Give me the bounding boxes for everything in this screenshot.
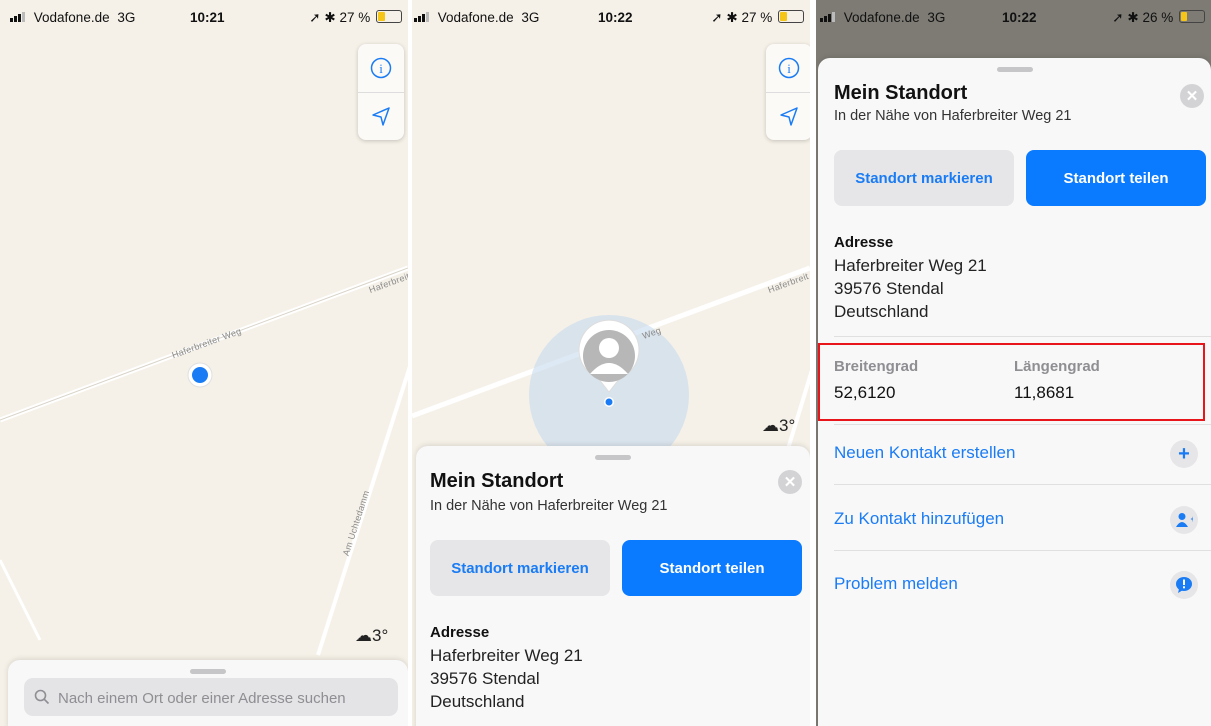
place-title: Mein Standort <box>834 82 968 104</box>
search-field[interactable] <box>24 678 398 718</box>
track-location-button[interactable] <box>358 92 404 140</box>
battery-label: 27 % <box>741 10 773 25</box>
signal-icon <box>820 12 840 22</box>
track-location-button[interactable] <box>766 92 810 140</box>
svg-text:i: i <box>379 61 383 76</box>
mark-location-button[interactable]: Standort markieren <box>834 150 1014 206</box>
weather-indicator: ☁3° <box>355 626 388 646</box>
status-time: 10:22 <box>1002 10 1037 25</box>
map-canvas[interactable] <box>0 0 408 726</box>
location-services-icon: ➚ <box>711 10 723 25</box>
mark-location-button[interactable]: Standort markieren <box>430 540 610 596</box>
map-screen-1: Haferbreiter Weg Haferbreit Am Uchtedamm… <box>0 0 408 726</box>
close-icon: ✕ <box>1185 88 1199 105</box>
bluetooth-icon: ✱ <box>726 10 738 25</box>
address-label: Adresse <box>430 624 490 641</box>
place-card-sheet: Mein Standort In der Nähe von Haferbreit… <box>416 446 810 726</box>
address-label: Adresse <box>834 234 894 251</box>
map-controls: i <box>766 44 810 140</box>
status-time: 10:22 <box>598 10 633 25</box>
share-location-button[interactable]: Standort teilen <box>1026 150 1206 206</box>
network-label: 3G <box>117 10 136 25</box>
map-controls: i <box>358 44 404 140</box>
location-arrow-icon <box>372 107 390 126</box>
battery-label: 26 % <box>1142 10 1174 25</box>
carrier-label: Vodafone.de <box>843 10 920 25</box>
weather-temp: 3° <box>372 626 389 645</box>
status-bar: Vodafone.de 3G 10:22 ➚ ✱ 26 % <box>816 0 1211 34</box>
location-services-icon: ➚ <box>309 10 321 25</box>
cloud-icon: ☁ <box>762 416 779 435</box>
divider <box>834 336 1211 337</box>
sheet-grabber[interactable] <box>190 669 226 674</box>
address-line-1: Haferbreiter Weg 21 <box>430 646 583 665</box>
address-line-2: 39576 Stendal <box>430 669 540 688</box>
plus-icon[interactable]: + <box>1170 440 1198 468</box>
status-time: 10:21 <box>190 10 225 25</box>
sheet-grabber[interactable] <box>595 455 631 460</box>
network-label: 3G <box>927 10 946 25</box>
carrier-label: Vodafone.de <box>33 10 110 25</box>
address-line-3: Deutschland <box>834 302 929 321</box>
place-detail-screen: Vodafone.de 3G 10:22 ➚ ✱ 26 % Mein Stand… <box>816 0 1211 726</box>
battery-label: 27 % <box>339 10 371 25</box>
place-title: Mein Standort <box>430 470 564 492</box>
status-bar: Vodafone.de 3G 10:21 ➚ ✱ 27 % <box>0 0 408 34</box>
cloud-icon: ☁ <box>355 626 372 645</box>
weather-indicator: ☁3° <box>762 416 795 436</box>
exclamation-bubble-icon[interactable] <box>1170 571 1198 599</box>
search-icon <box>34 689 50 705</box>
info-button[interactable]: i <box>766 44 810 93</box>
info-button[interactable]: i <box>358 44 404 93</box>
battery-icon <box>778 10 804 23</box>
address-line-1: Haferbreiter Weg 21 <box>834 256 987 275</box>
place-subtitle: In der Nähe von Haferbreiter Weg 21 <box>834 108 1072 124</box>
signal-icon <box>10 12 30 22</box>
close-button[interactable]: ✕ <box>778 470 802 494</box>
address-line-3: Deutschland <box>430 692 525 711</box>
divider <box>834 550 1211 551</box>
coordinates-highlight-box <box>818 343 1205 421</box>
location-services-icon: ➚ <box>1112 10 1124 25</box>
add-to-contact-link[interactable]: Zu Kontakt hinzufügen <box>834 509 1004 529</box>
address-line-2: 39576 Stendal <box>834 279 944 298</box>
search-input[interactable] <box>56 678 390 718</box>
carrier-label: Vodafone.de <box>437 10 514 25</box>
location-arrow-icon <box>780 107 798 126</box>
report-problem-link[interactable]: Problem melden <box>834 574 958 594</box>
close-icon: ✕ <box>783 474 797 491</box>
place-subtitle: In der Nähe von Haferbreiter Weg 21 <box>430 498 668 514</box>
divider <box>834 424 1211 425</box>
share-location-button[interactable]: Standort teilen <box>622 540 802 596</box>
info-icon: i <box>778 57 800 79</box>
divider <box>834 484 1211 485</box>
signal-icon <box>414 12 434 22</box>
search-sheet <box>8 660 408 726</box>
weather-temp: 3° <box>779 416 796 435</box>
sheet-grabber[interactable] <box>996 67 1033 72</box>
close-button[interactable]: ✕ <box>1180 84 1204 108</box>
battery-icon <box>376 10 402 23</box>
add-person-icon[interactable]: + <box>1170 506 1198 534</box>
battery-icon <box>1179 10 1205 23</box>
status-bar: Vodafone.de 3G 10:22 ➚ ✱ 27 % <box>412 0 810 34</box>
info-icon: i <box>370 57 392 79</box>
bluetooth-icon: ✱ <box>324 10 336 25</box>
network-label: 3G <box>521 10 540 25</box>
map-screen-2: Weg Haferbreit Vodafone.de 3G 10:22 ➚ ✱ … <box>412 0 810 726</box>
svg-text:+: + <box>1191 514 1194 524</box>
create-contact-link[interactable]: Neuen Kontakt erstellen <box>834 443 1015 463</box>
bluetooth-icon: ✱ <box>1127 10 1139 25</box>
svg-text:i: i <box>787 61 791 76</box>
